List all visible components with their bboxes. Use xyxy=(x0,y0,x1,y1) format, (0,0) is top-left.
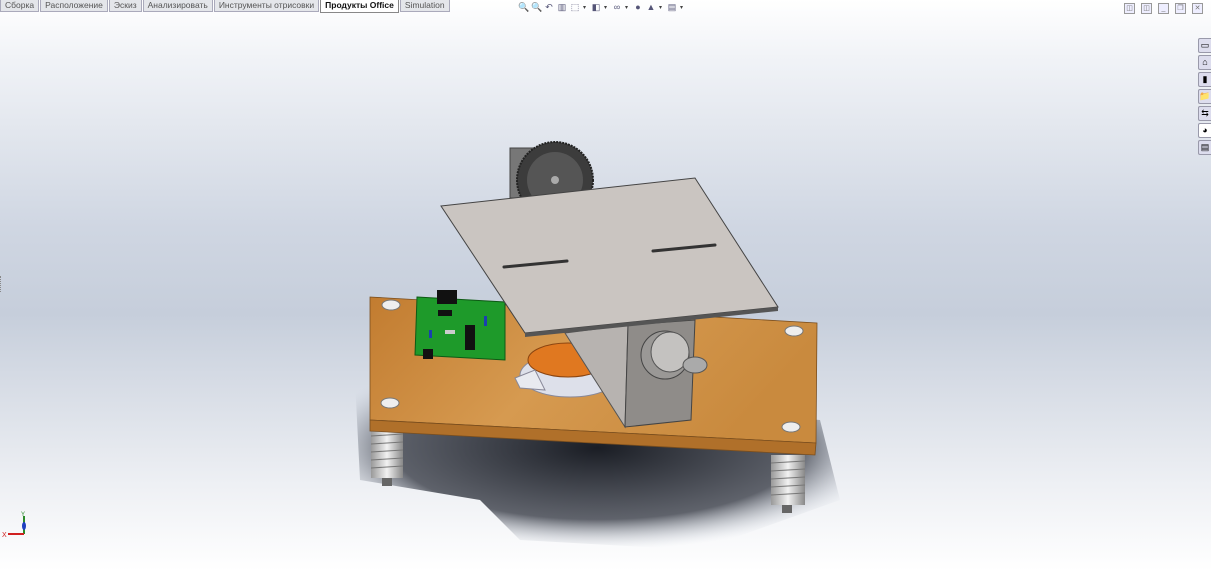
3d-model-viewport[interactable] xyxy=(0,0,1211,571)
x-axis-label: X xyxy=(2,532,7,539)
control-pcb xyxy=(414,290,506,361)
y-axis-label: Y xyxy=(21,512,25,518)
spring-left xyxy=(370,428,404,486)
spring-right xyxy=(770,455,806,513)
coordinate-triad: X Y xyxy=(2,512,26,539)
